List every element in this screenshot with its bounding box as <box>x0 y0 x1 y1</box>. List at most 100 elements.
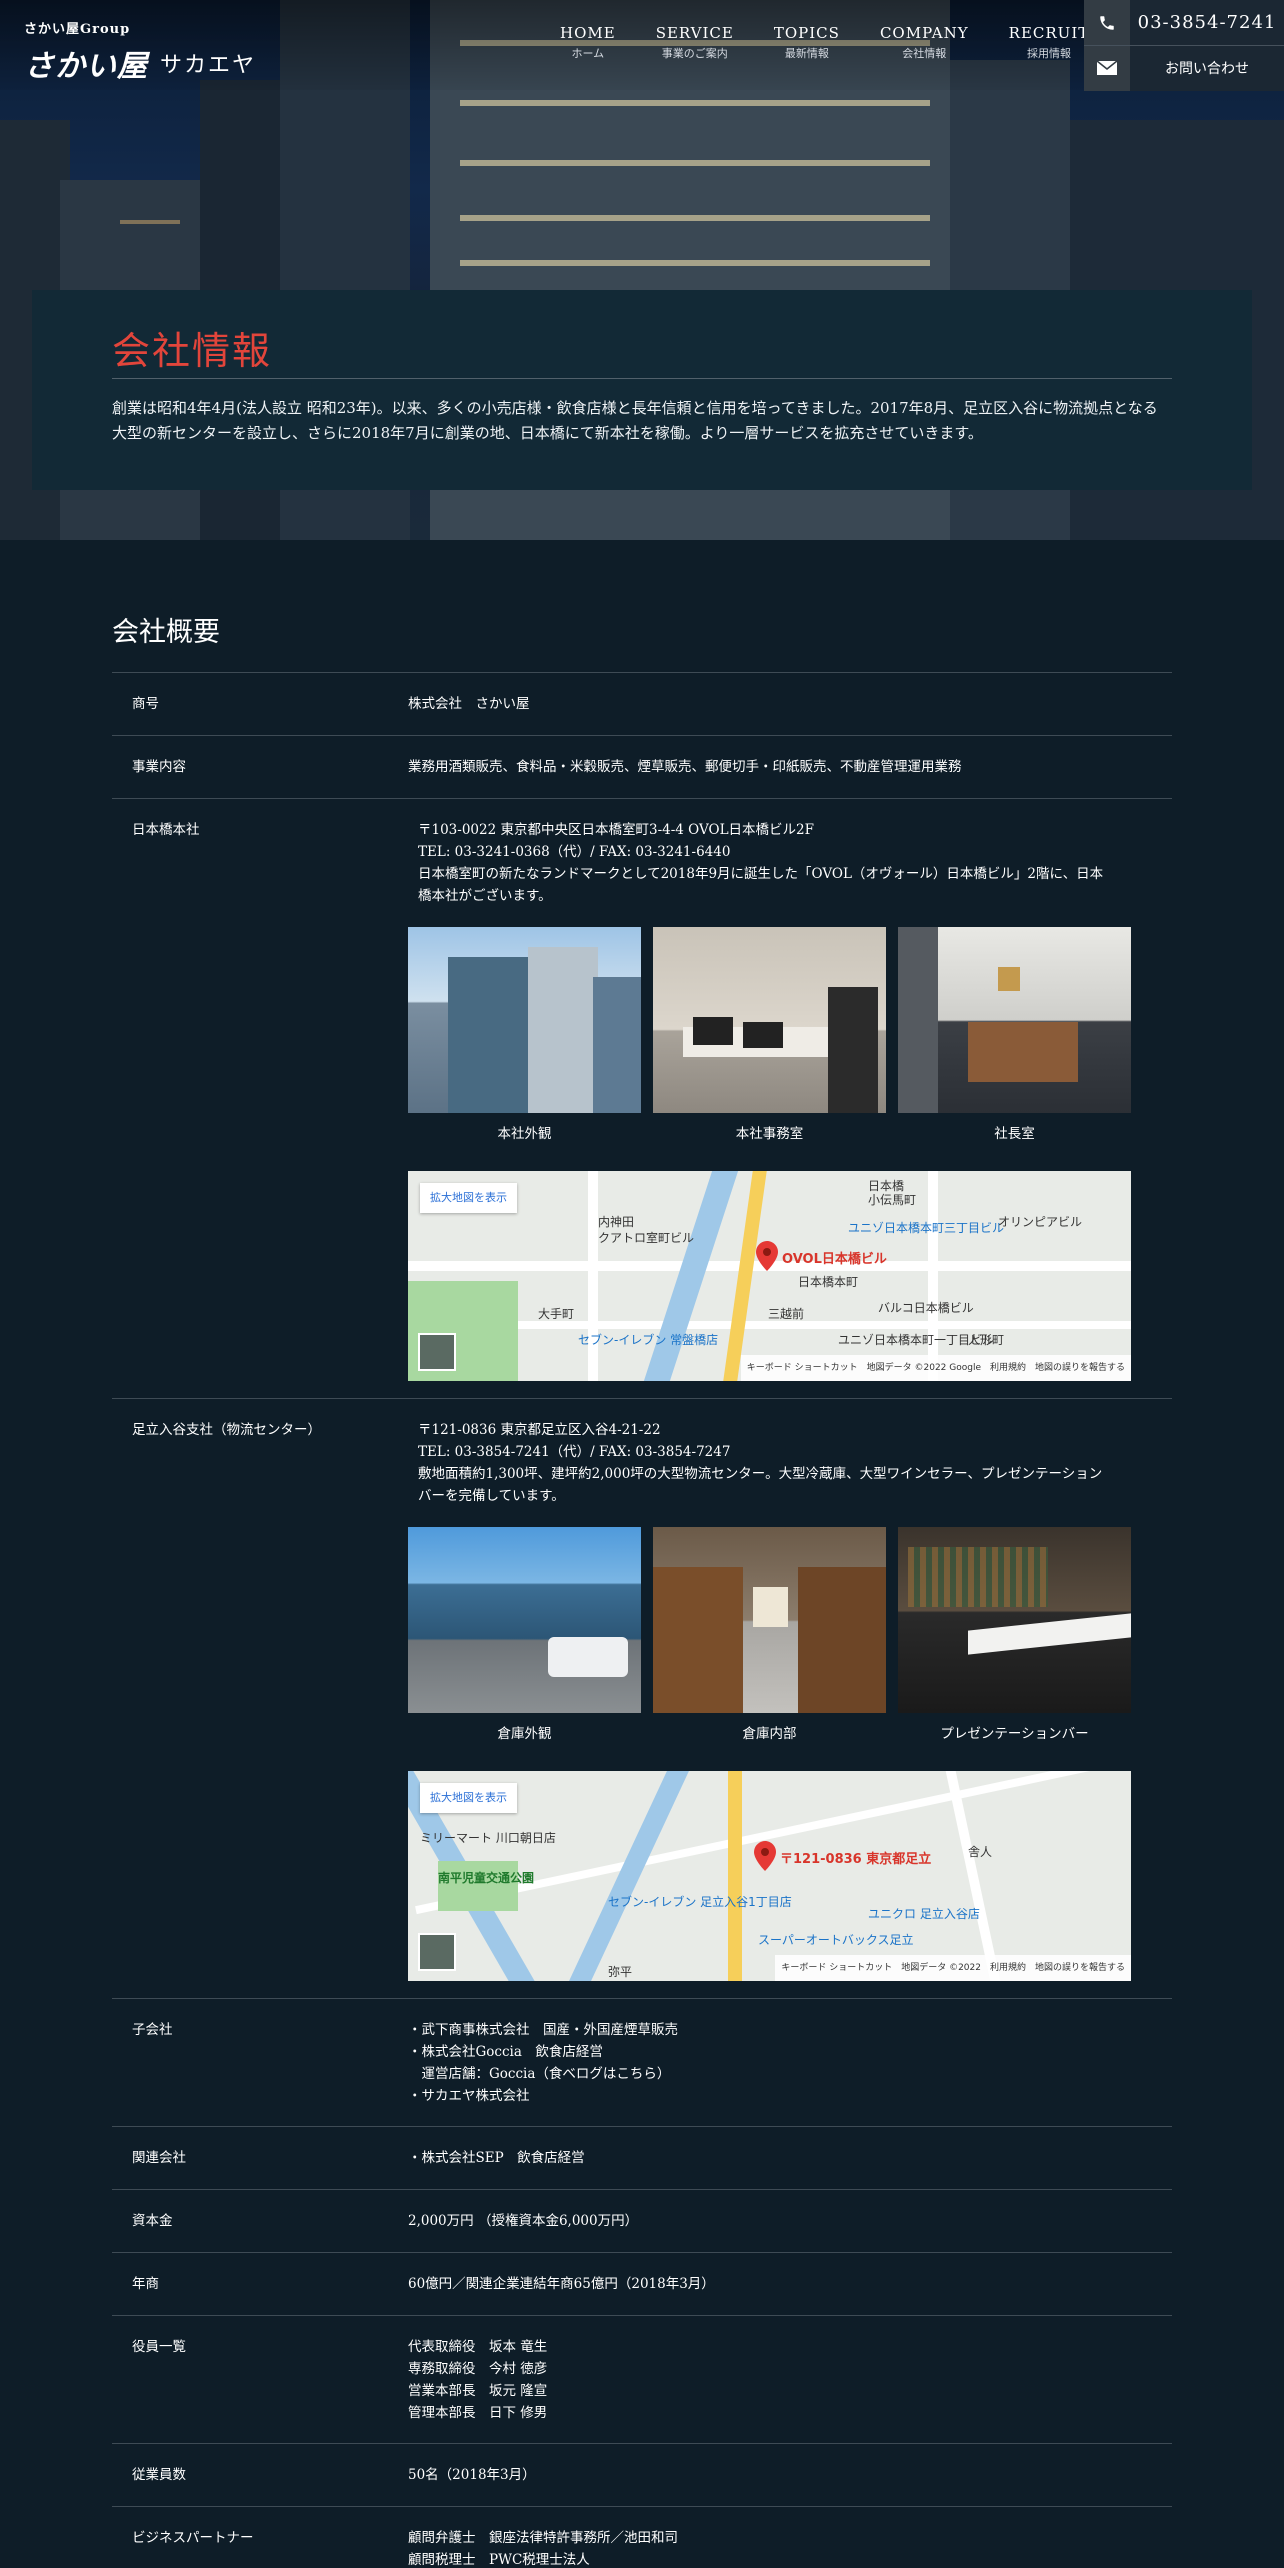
president-office-photo[interactable] <box>898 927 1131 1113</box>
contact-box: 03-3854-7241 お問い合わせ <box>1084 0 1284 91</box>
table-row: ビジネスパートナー 顧問弁護士 銀座法律特許事務所／池田和司 顧問税理士 PWC… <box>112 2506 1172 2568</box>
table-row: 資本金 2,000万円 （授権資本金6,000万円） <box>112 2189 1172 2252</box>
map-pin-icon <box>756 1241 778 1271</box>
satellite-toggle[interactable] <box>418 1933 456 1971</box>
table-row: 関連会社 ・株式会社SEP 飲食店経営 <box>112 2126 1172 2189</box>
map-pin-label: 〒121-0836 東京都足立 <box>780 1852 932 1867</box>
address-line: 〒121-0836 東京都足立区入谷4-21-22 <box>418 1422 661 1438</box>
row-label: 事業内容 <box>132 759 186 775</box>
nav-sublabel: 採用情報 <box>1026 47 1071 60</box>
phone-line: TEL: 03-3854-7241（代）/ FAX: 03-3854-7247 <box>418 1444 731 1460</box>
map-label: 日本橋本町 <box>798 1275 859 1289</box>
photo-item: 本社外観 <box>408 927 641 1145</box>
nav-item-topics[interactable]: TOPICS 最新情報 <box>774 24 840 61</box>
site-logo[interactable]: さかい屋Group さかい屋 サカエヤ <box>24 18 256 85</box>
phone-link[interactable]: 03-3854-7241 <box>1084 0 1284 45</box>
nav-label: RECRUIT <box>1008 24 1090 42</box>
photo-caption: プレゼンテーションバー <box>940 1726 1089 1742</box>
nav-sublabel: ホーム <box>571 47 605 60</box>
map-label: バルコ日本橋ビル <box>878 1301 974 1315</box>
photo-caption: 本社事務室 <box>735 1126 804 1142</box>
description-text: 日本橋室町の新たなランドマークとして2018年9月に誕生した「OVOL（オヴォー… <box>418 866 1104 904</box>
photo-caption: 本社外観 <box>497 1126 552 1142</box>
row-label: 資本金 <box>132 2213 173 2229</box>
list-item: 営業本部長 坂元 隆宣 <box>408 2383 548 2399</box>
map-label: 南平児童交通公園 <box>438 1871 535 1885</box>
table-row: 役員一覧 代表取締役 坂本 竜生 専務取締役 今村 徳彦 営業本部長 坂元 隆宣… <box>112 2315 1172 2443</box>
list-item: 専務取締役 今村 徳彦 <box>408 2361 548 2377</box>
nav-sublabel: 最新情報 <box>784 47 829 60</box>
title-divider <box>112 378 1172 379</box>
list-item[interactable]: 運営店舗：Goccia（食べログはこちら） <box>408 2063 1172 2085</box>
photo-item: 倉庫内部 <box>653 1527 886 1745</box>
logo-name: サカエヤ <box>160 53 257 78</box>
header-bar: さかい屋Group さかい屋 サカエヤ HOME ホーム SERVICE 事業の… <box>0 0 1284 91</box>
hq-office-photo[interactable] <box>653 927 886 1113</box>
list-item: 管理本部長 日下 修男 <box>408 2405 548 2421</box>
nav-item-service[interactable]: SERVICE 事業のご案内 <box>656 24 734 61</box>
warehouse-interior-photo[interactable] <box>653 1527 886 1713</box>
hero-banner: さかい屋Group さかい屋 サカエヤ HOME ホーム SERVICE 事業の… <box>0 0 1284 540</box>
photo-caption: 倉庫外観 <box>497 1726 552 1742</box>
list-item: 代表取締役 坂本 竜生 <box>408 2339 548 2355</box>
row-label: 足立入谷支社（物流センター） <box>132 1422 321 1438</box>
logo-mark: さかい屋 <box>24 49 148 84</box>
map-label: ユニゾ日本橋本町三丁目ビル <box>848 1221 1005 1235</box>
presentation-bar-photo[interactable] <box>898 1527 1131 1713</box>
main-nav: HOME ホーム SERVICE 事業のご案内 TOPICS 最新情報 COMP… <box>560 24 1129 61</box>
row-label: 関連会社 <box>132 2150 186 2166</box>
nav-item-company[interactable]: COMPANY 会社情報 <box>880 24 969 61</box>
list-item: 顧問税理士 PWC税理士法人 <box>408 2552 590 2568</box>
photo-item: 倉庫外観 <box>408 1527 641 1745</box>
row-value: 2,000万円 （授権資本金6,000万円） <box>408 2213 639 2229</box>
list-item: ・武下商事株式会社 国産・外国産煙草販売 <box>408 2022 678 2038</box>
table-row: 従業員数 50名（2018年3月） <box>112 2443 1172 2506</box>
map-pin-icon <box>754 1841 776 1871</box>
map-label: 人形町 <box>968 1333 1005 1347</box>
map-label: ミリーマート 川口朝日店 <box>420 1831 556 1845</box>
enlarge-map-link[interactable]: 拡大地図を表示 <box>420 1183 517 1213</box>
company-overview-table: 商号 株式会社 さかい屋 事業内容 業務用酒類販売、食料品・米穀販売、煙草販売、… <box>112 672 1172 2568</box>
nav-label: COMPANY <box>879 24 969 42</box>
address-line: 〒103-0022 東京都中央区日本橋室町3-4-4 OVOL日本橋ビル2F <box>418 822 814 838</box>
map-label: 小伝馬町 <box>868 1193 917 1207</box>
warehouse-exterior-photo[interactable] <box>408 1527 641 1713</box>
map-label: オリンピアビル <box>998 1215 1083 1229</box>
section-title: 会社概要 <box>112 617 220 648</box>
adachi-map[interactable]: ミリーマート 川口朝日店 南平児童交通公園 セブン-イレブン 足立入谷1丁目店 … <box>408 1771 1131 1981</box>
table-row: 日本橋本社 〒103-0022 東京都中央区日本橋室町3-4-4 OVOL日本橋… <box>112 798 1172 1398</box>
nav-item-home[interactable]: HOME ホーム <box>560 24 616 61</box>
photo-item: プレゼンテーションバー <box>898 1527 1131 1745</box>
nav-sublabel: 事業のご案内 <box>661 47 728 60</box>
photo-gallery: 倉庫外観 倉庫内部 プレゼンテーションバー <box>408 1527 1172 1745</box>
nihonbashi-map[interactable]: 日本橋 小伝馬町 内神田 クアトロ室町ビル ユニゾ日本橋本町三丁目ビル オリンピ… <box>408 1171 1131 1381</box>
row-label: 子会社 <box>132 2022 173 2038</box>
hq-exterior-photo[interactable] <box>408 927 641 1113</box>
logo-group-label: さかい屋Group <box>24 22 131 37</box>
list-item: 顧問弁護士 銀座法律特許事務所／池田和司 <box>408 2530 678 2546</box>
row-label: ビジネスパートナー <box>132 2530 254 2546</box>
phone-number: 03-3854-7241 <box>1130 0 1284 45</box>
nav-label: HOME <box>560 24 616 42</box>
row-label: 日本橋本社 <box>132 822 200 838</box>
satellite-toggle[interactable] <box>418 1333 456 1371</box>
row-value: 株式会社 さかい屋 <box>408 696 530 712</box>
intro-text: 創業は昭和4年4月(法人設立 昭和23年)。以来、多くの小売店様・飲食店様と長年… <box>112 399 1158 442</box>
row-value: ・株式会社SEP 飲食店経営 <box>408 2150 585 2166</box>
nav-item-recruit[interactable]: RECRUIT 採用情報 <box>1009 24 1090 61</box>
nav-label: SERVICE <box>655 24 734 42</box>
contact-link[interactable]: お問い合わせ <box>1084 45 1284 91</box>
row-label: 商号 <box>132 696 159 712</box>
map-label: セブン-イレブン 足立入谷1丁目店 <box>608 1895 792 1909</box>
row-value: 50名（2018年3月） <box>408 2467 536 2483</box>
list-item: ・サカエヤ株式会社 <box>408 2088 530 2104</box>
list-item: ・株式会社Goccia 飲食店経営 <box>408 2044 603 2060</box>
photo-caption: 社長室 <box>994 1126 1035 1142</box>
row-value: 業務用酒類販売、食料品・米穀販売、煙草販売、郵便切手・印紙販売、不動産管理運用業… <box>408 759 962 775</box>
description-text: 敷地面積約1,300坪、建坪約2,000坪の大型物流センター。大型冷蔵庫、大型ワ… <box>418 1466 1103 1504</box>
map-label: ユニクロ 足立入谷店 <box>868 1907 980 1921</box>
photo-item: 社長室 <box>898 927 1131 1145</box>
table-row: 事業内容 業務用酒類販売、食料品・米穀販売、煙草販売、郵便切手・印紙販売、不動産… <box>112 735 1172 798</box>
map-attribution: キーボード ショートカット 地図データ ©2022 Google 利用規約 地図… <box>740 1355 1131 1381</box>
enlarge-map-link[interactable]: 拡大地図を表示 <box>420 1783 517 1813</box>
